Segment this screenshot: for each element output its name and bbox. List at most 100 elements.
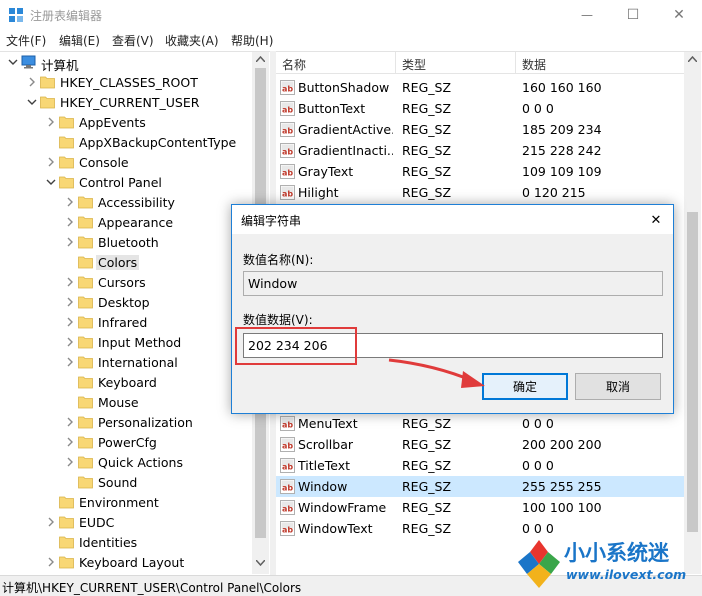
tree-node[interactable]: Input Method bbox=[0, 332, 252, 352]
list-row[interactable]: ab GradientActive... REG_SZ 185 209 234 bbox=[276, 119, 684, 140]
tree-node[interactable]: Quick Actions bbox=[0, 452, 252, 472]
list-row[interactable]: ab WindowFrame REG_SZ 100 100 100 bbox=[276, 497, 684, 518]
tree-node[interactable]: HKEY_CURRENT_USER bbox=[0, 92, 252, 112]
minimize-button[interactable]: — bbox=[564, 0, 610, 30]
list-row[interactable]: ab Scrollbar REG_SZ 200 200 200 bbox=[276, 434, 684, 455]
chevron-right-icon[interactable] bbox=[65, 437, 75, 447]
list-scroll-thumb[interactable] bbox=[687, 212, 698, 532]
tree-node[interactable]: Personalization bbox=[0, 412, 252, 432]
chevron-right-icon[interactable] bbox=[46, 117, 56, 127]
column-name[interactable]: 名称 bbox=[282, 56, 306, 73]
tree-node-label: Keyboard Layout bbox=[79, 555, 185, 570]
dialog-close-button[interactable]: ✕ bbox=[645, 209, 667, 231]
value-data: 0 0 0 bbox=[522, 458, 554, 473]
tree-node[interactable]: AppEvents bbox=[0, 112, 252, 132]
list-row[interactable]: ab Hilight REG_SZ 0 120 215 bbox=[276, 182, 684, 203]
menu-view[interactable]: 查看(V) bbox=[112, 32, 154, 49]
tree-node-label: HKEY_CURRENT_USER bbox=[60, 95, 200, 110]
column-data[interactable]: 数据 bbox=[522, 56, 546, 73]
tree-node[interactable]: Identities bbox=[0, 532, 252, 552]
list-row[interactable]: ab GradientInacti... REG_SZ 215 228 242 bbox=[276, 140, 684, 161]
dialog-title: 编辑字符串 bbox=[241, 214, 302, 228]
chevron-right-icon[interactable] bbox=[65, 317, 75, 327]
chevron-right-icon[interactable] bbox=[46, 557, 56, 567]
column-divider[interactable] bbox=[515, 52, 516, 74]
chevron-right-icon[interactable] bbox=[65, 457, 75, 467]
tree-node[interactable]: AppXBackupContentType bbox=[0, 132, 252, 152]
tree-node-label: Console bbox=[79, 155, 129, 170]
tree-node[interactable]: EUDC bbox=[0, 512, 252, 532]
scroll-up-icon[interactable] bbox=[688, 56, 697, 62]
list-row[interactable]: ab GrayText REG_SZ 109 109 109 bbox=[276, 161, 684, 182]
tree-node[interactable]: Keyboard Layout bbox=[0, 552, 252, 572]
tree-node[interactable]: International bbox=[0, 352, 252, 372]
chevron-right-icon[interactable] bbox=[65, 237, 75, 247]
list-row[interactable]: ab MenuText REG_SZ 0 0 0 bbox=[276, 413, 684, 434]
value-name: ButtonShadow bbox=[298, 80, 390, 95]
tree-node[interactable]: Cursors bbox=[0, 272, 252, 292]
list-scrollbar[interactable] bbox=[684, 52, 701, 574]
list-row[interactable]: ab Window REG_SZ 255 255 255 bbox=[276, 476, 684, 497]
value-name: Hilight bbox=[298, 185, 339, 200]
chevron-right-icon[interactable] bbox=[27, 77, 37, 87]
chevron-right-icon[interactable] bbox=[65, 417, 75, 427]
tree-node-label: Input Method bbox=[98, 335, 182, 350]
tree-node[interactable]: Bluetooth bbox=[0, 232, 252, 252]
tree-node[interactable]: Keyboard bbox=[0, 372, 252, 392]
scroll-down-icon[interactable] bbox=[256, 560, 265, 566]
tree-node[interactable]: Accessibility bbox=[0, 192, 252, 212]
scroll-up-icon[interactable] bbox=[256, 56, 265, 62]
column-divider[interactable] bbox=[395, 52, 396, 74]
tree-node[interactable]: Control Panel bbox=[0, 172, 252, 192]
value-name: Window bbox=[298, 479, 348, 494]
tree-node[interactable]: HKEY_CLASSES_ROOT bbox=[0, 72, 252, 92]
column-type[interactable]: 类型 bbox=[402, 56, 426, 73]
list-row[interactable]: ab ButtonShadow REG_SZ 160 160 160 bbox=[276, 77, 684, 98]
chevron-right-icon[interactable] bbox=[46, 517, 56, 527]
folder-icon bbox=[78, 336, 93, 349]
chevron-down-icon[interactable] bbox=[46, 177, 56, 187]
menu-edit[interactable]: 编辑(E) bbox=[59, 32, 100, 49]
annotation-arrow-icon bbox=[388, 358, 485, 388]
value-data: 215 228 242 bbox=[522, 143, 602, 158]
menu-help[interactable]: 帮助(H) bbox=[231, 32, 273, 49]
folder-icon bbox=[78, 436, 93, 449]
list-row[interactable]: ab ButtonText REG_SZ 0 0 0 bbox=[276, 98, 684, 119]
tree-node[interactable]: Colors bbox=[0, 252, 252, 272]
registry-tree[interactable]: 计算机 HKEY_CLASSES_ROOT HKEY_CURRENT_USER App… bbox=[0, 51, 270, 575]
chevron-down-icon[interactable] bbox=[27, 97, 37, 107]
tree-node[interactable]: Infrared bbox=[0, 312, 252, 332]
value-name-field[interactable] bbox=[243, 271, 663, 296]
cancel-button[interactable]: 取消 bbox=[575, 373, 661, 400]
tree-node[interactable]: Appearance bbox=[0, 212, 252, 232]
list-row[interactable]: ab TitleText REG_SZ 0 0 0 bbox=[276, 455, 684, 476]
close-button[interactable]: ✕ bbox=[656, 0, 702, 30]
tree-node[interactable]: Sound bbox=[0, 472, 252, 492]
folder-icon bbox=[59, 116, 74, 129]
tree-node[interactable]: Mouse bbox=[0, 392, 252, 412]
chevron-right-icon[interactable] bbox=[65, 357, 75, 367]
menu-file[interactable]: 文件(F) bbox=[6, 32, 46, 49]
tree-node[interactable]: Console bbox=[0, 152, 252, 172]
folder-icon bbox=[59, 496, 74, 509]
tree-node[interactable]: Desktop bbox=[0, 292, 252, 312]
tree-node[interactable]: 计算机 bbox=[0, 52, 252, 73]
chevron-right-icon[interactable] bbox=[65, 277, 75, 287]
folder-icon bbox=[78, 216, 93, 229]
chevron-right-icon[interactable] bbox=[46, 157, 56, 167]
tree-node[interactable]: PowerCfg bbox=[0, 432, 252, 452]
tree-node[interactable]: Environment bbox=[0, 492, 252, 512]
chevron-right-icon[interactable] bbox=[65, 337, 75, 347]
maximize-button[interactable]: ☐ bbox=[610, 0, 656, 30]
value-data-label: 数值数据(V): bbox=[243, 313, 313, 327]
chevron-down-icon[interactable] bbox=[8, 57, 18, 67]
chevron-right-icon[interactable] bbox=[65, 197, 75, 207]
value-data: 200 200 200 bbox=[522, 437, 602, 452]
chevron-right-icon[interactable] bbox=[65, 297, 75, 307]
value-name: GrayText bbox=[298, 164, 354, 179]
chevron-right-icon[interactable] bbox=[65, 217, 75, 227]
regedit-app-icon bbox=[9, 8, 23, 22]
tree-node-label: Identities bbox=[79, 535, 138, 550]
menu-favorites[interactable]: 收藏夹(A) bbox=[165, 32, 219, 49]
value-type: REG_SZ bbox=[402, 500, 452, 515]
